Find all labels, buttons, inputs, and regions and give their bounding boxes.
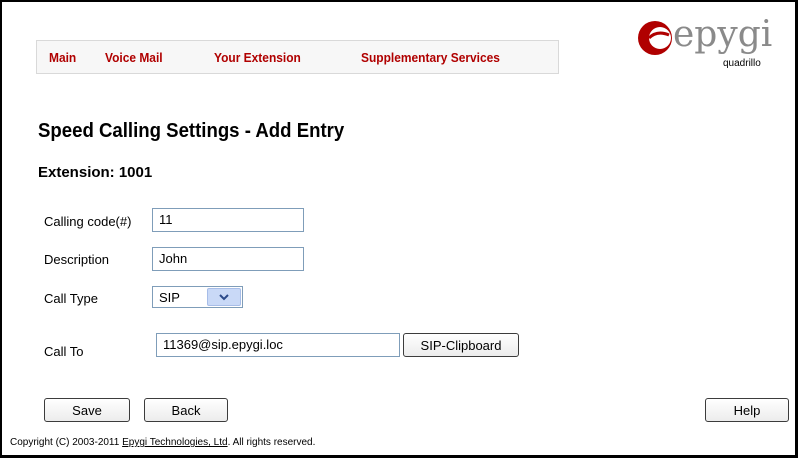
logo-wordmark: epygi xyxy=(673,14,773,55)
copyright-prefix: Copyright (C) 2003-2011 xyxy=(10,437,123,448)
extension-label: Extension: 1001 xyxy=(38,164,153,181)
menu-item-main[interactable]: Main xyxy=(49,50,76,65)
page-frame: Main Voice Mail Your Extension Supplemen… xyxy=(0,0,798,458)
call-type-value: SIP xyxy=(159,290,180,305)
chevron-down-icon xyxy=(219,294,229,301)
menu-item-voice-mail[interactable]: Voice Mail xyxy=(105,50,163,65)
call-type-label: Call Type xyxy=(44,291,98,306)
menu-item-supplementary-services[interactable]: Supplementary Services xyxy=(361,50,500,65)
description-input[interactable]: John xyxy=(152,247,304,271)
epygi-logo: epygi quadrillo xyxy=(635,14,777,74)
copyright-footer: Copyright (C) 2003-2011 Epygi Technologi… xyxy=(10,437,315,448)
top-menu: Main Voice Mail Your Extension Supplemen… xyxy=(36,40,559,74)
sip-clipboard-button[interactable]: SIP-Clipboard xyxy=(403,333,519,357)
back-button[interactable]: Back xyxy=(144,398,228,422)
dropdown-button[interactable] xyxy=(207,288,241,306)
calling-code-input[interactable]: 11 xyxy=(152,208,304,232)
call-type-select[interactable]: SIP xyxy=(152,286,243,308)
call-to-label: Call To xyxy=(44,344,84,359)
calling-code-label: Calling code(#) xyxy=(44,214,132,229)
epygi-company-link[interactable]: Epygi Technologies, Ltd xyxy=(122,437,227,448)
help-button[interactable]: Help xyxy=(705,398,789,422)
logo-product-name: quadrillo xyxy=(723,58,761,69)
call-to-input[interactable]: 11369@sip.epygi.loc xyxy=(156,333,400,357)
description-label: Description xyxy=(44,252,110,267)
menu-item-your-extension[interactable]: Your Extension xyxy=(214,50,301,65)
save-button[interactable]: Save xyxy=(44,398,130,422)
page-title: Speed Calling Settings - Add Entry xyxy=(38,120,345,142)
copyright-suffix: . All rights reserved. xyxy=(227,437,316,448)
